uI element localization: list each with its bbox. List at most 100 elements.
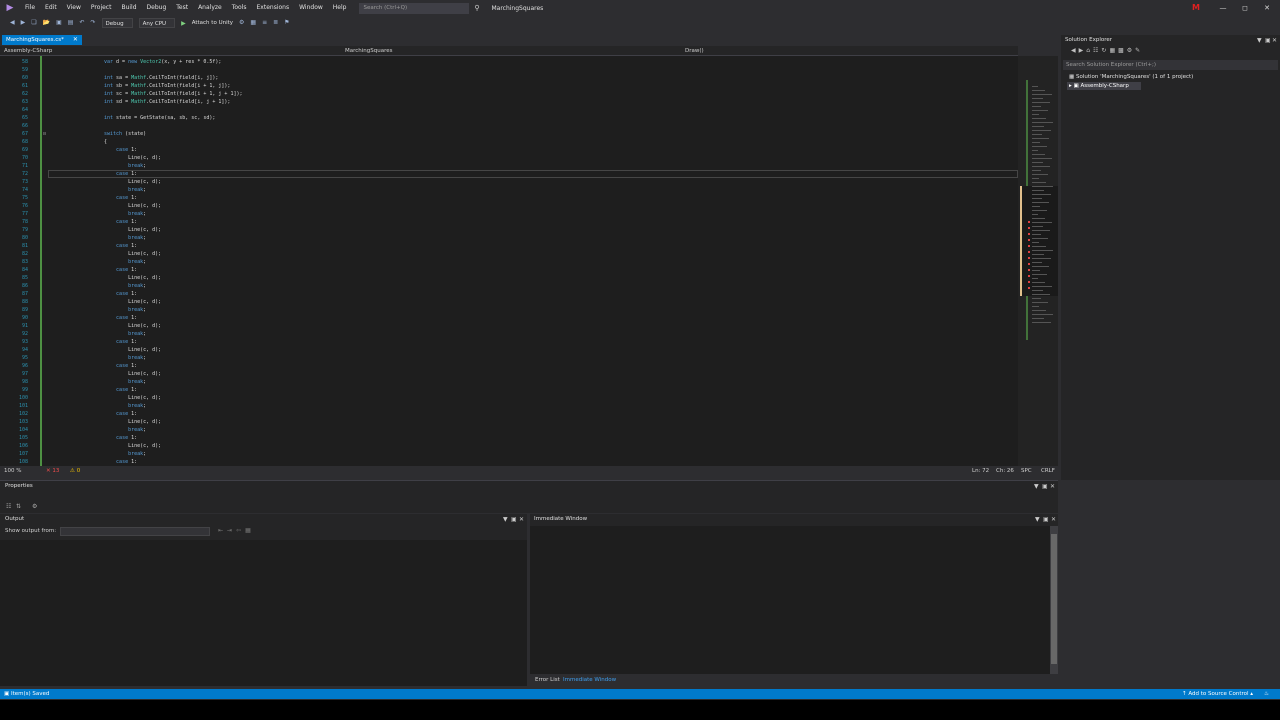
code-line[interactable]: 107 break; bbox=[0, 450, 1018, 458]
code-line[interactable]: 97 Line(c, d); bbox=[0, 370, 1018, 378]
code-line[interactable]: 106 Line(c, d); bbox=[0, 442, 1018, 450]
member-dropdown[interactable]: Draw() bbox=[685, 46, 704, 56]
code-line[interactable]: 92 break; bbox=[0, 330, 1018, 338]
play-icon[interactable]: ▶ bbox=[181, 20, 186, 27]
configuration-dropdown[interactable]: Debug bbox=[101, 18, 133, 28]
notifications-bell-icon[interactable]: ♨ bbox=[1264, 689, 1269, 699]
error-count-badge[interactable]: ✕ 13 bbox=[46, 466, 59, 476]
menu-project[interactable]: Project bbox=[86, 0, 117, 16]
warning-count-badge[interactable]: ⚠ 0 bbox=[70, 466, 80, 476]
search-icon[interactable]: ⚲ bbox=[474, 3, 479, 14]
solution-explorer-toolbar[interactable]: ◀▶⌂☷↻▦▩⚙✎ bbox=[1061, 47, 1280, 57]
forward-icon[interactable]: ▶ bbox=[21, 16, 26, 30]
code-line[interactable]: 73 Line(c, d); bbox=[0, 178, 1018, 186]
menu-build[interactable]: Build bbox=[116, 0, 141, 16]
immediate-close-icon[interactable]: ✕ bbox=[1051, 516, 1056, 523]
code-line[interactable]: 84 case 1: bbox=[0, 266, 1018, 274]
code-line[interactable]: 67 switch (state) ⊟ bbox=[0, 130, 1018, 138]
output-toolbar-icons[interactable]: ⇤⇥⇦▦ bbox=[218, 527, 255, 534]
code-line[interactable]: 76 Line(c, d); bbox=[0, 202, 1018, 210]
tab-error-list[interactable]: Error List bbox=[532, 675, 563, 685]
code-line[interactable]: 96 case 1: bbox=[0, 362, 1018, 370]
code-line[interactable]: 75 case 1: bbox=[0, 194, 1018, 202]
code-line[interactable]: 100 Line(c, d); bbox=[0, 394, 1018, 402]
code-line[interactable]: 64 bbox=[0, 106, 1018, 114]
code-line[interactable]: 78 case 1: bbox=[0, 218, 1018, 226]
code-line[interactable]: 101 break; bbox=[0, 402, 1018, 410]
undo-icon[interactable]: ↶ bbox=[79, 16, 84, 30]
code-line[interactable]: 93 case 1: bbox=[0, 338, 1018, 346]
output-dropdown-icon[interactable]: ▼ bbox=[503, 516, 508, 523]
code-line[interactable]: 83 break; bbox=[0, 258, 1018, 266]
immediate-dropdown-icon[interactable]: ▼ bbox=[1035, 516, 1040, 523]
close-panel-icon[interactable]: ✕ bbox=[1272, 37, 1277, 44]
zoom-level[interactable]: 100 % bbox=[4, 466, 21, 476]
properties-pin-icon[interactable]: ▣ bbox=[1042, 483, 1048, 490]
code-line[interactable]: 79 Line(c, d); bbox=[0, 226, 1018, 234]
immediate-pin-icon[interactable]: ▣ bbox=[1043, 516, 1049, 523]
code-line[interactable]: 72 case 1: bbox=[0, 170, 1018, 178]
code-line[interactable]: 105 case 1: bbox=[0, 434, 1018, 442]
account-avatar[interactable]: M bbox=[1191, 3, 1201, 13]
categorized-icon[interactable]: ☷ bbox=[6, 503, 11, 510]
code-line[interactable]: 81 case 1: bbox=[0, 242, 1018, 250]
attach-to-unity-button[interactable]: Attach to Unity bbox=[192, 20, 233, 26]
properties-close-icon[interactable]: ✕ bbox=[1050, 483, 1055, 490]
code-line[interactable]: 91 Line(c, d); bbox=[0, 322, 1018, 330]
maximize-icon[interactable]: ◻ bbox=[1234, 0, 1256, 16]
close-window-icon[interactable]: ✕ bbox=[1256, 0, 1278, 16]
immediate-scrollbar[interactable] bbox=[1050, 526, 1058, 674]
menu-file[interactable]: File bbox=[20, 0, 40, 16]
whitespace-mode[interactable]: SPC bbox=[1021, 466, 1032, 476]
tab-marchingsquares-cs[interactable]: MarchingSquares.cs* ✕ bbox=[2, 35, 82, 45]
code-line[interactable]: 102 case 1: bbox=[0, 410, 1018, 418]
collapse-outline-icon[interactable]: ⊟ bbox=[43, 130, 46, 138]
code-line[interactable]: 89 break; bbox=[0, 306, 1018, 314]
code-line[interactable]: 86 break; bbox=[0, 282, 1018, 290]
code-line[interactable]: 98 break; bbox=[0, 378, 1018, 386]
output-pin-icon[interactable]: ▣ bbox=[511, 516, 517, 523]
solution-search-input[interactable]: Search Solution Explorer (Ctrl+;) bbox=[1063, 60, 1278, 70]
code-line[interactable]: 70 Line(c, d); bbox=[0, 154, 1018, 162]
property-pages-icon[interactable]: ⚙ bbox=[32, 503, 37, 510]
quick-search-input[interactable]: Search (Ctrl+Q) ⚲ bbox=[359, 2, 479, 14]
bookmark-icon[interactable]: ⚑ bbox=[284, 16, 289, 30]
code-line[interactable]: 82 Line(c, d); bbox=[0, 250, 1018, 258]
output-text-area[interactable] bbox=[0, 540, 527, 686]
back-icon[interactable]: ◀ bbox=[10, 16, 15, 30]
code-line[interactable]: 87 case 1: bbox=[0, 290, 1018, 298]
autohide-icon[interactable]: ▣ bbox=[1265, 37, 1271, 44]
code-line[interactable]: 104 break; bbox=[0, 426, 1018, 434]
layout-icon[interactable]: ▦ bbox=[250, 16, 256, 30]
tree-item-solution[interactable]: ▦ Solution 'MarchingSquares' (1 of 1 pro… bbox=[1069, 73, 1193, 81]
code-line[interactable]: 88 Line(c, d); bbox=[0, 298, 1018, 306]
platform-dropdown[interactable]: Any CPU bbox=[138, 18, 176, 28]
tree-item-project[interactable]: ▸ ▣ Assembly-CSharp bbox=[1067, 82, 1141, 90]
code-line[interactable]: 61 int sb = Mathf.CeilToInt(field[i + 1, … bbox=[0, 82, 1018, 90]
code-line[interactable]: 95 break; bbox=[0, 354, 1018, 362]
code-line[interactable]: 69 case 1: bbox=[0, 146, 1018, 154]
pin-icon[interactable]: ▼ bbox=[1257, 37, 1262, 44]
menu-analyze[interactable]: Analyze bbox=[193, 0, 227, 16]
code-line[interactable]: 99 case 1: bbox=[0, 386, 1018, 394]
code-line[interactable]: 66 bbox=[0, 122, 1018, 130]
code-line[interactable]: 103 Line(c, d); bbox=[0, 418, 1018, 426]
code-line[interactable]: 108 case 1: bbox=[0, 458, 1018, 466]
menu-extensions[interactable]: Extensions bbox=[252, 0, 295, 16]
project-dropdown[interactable]: Assembly-CSharp bbox=[4, 46, 52, 56]
minimize-icon[interactable]: — bbox=[1212, 0, 1234, 16]
code-line[interactable]: 90 case 1: bbox=[0, 314, 1018, 322]
menu-window[interactable]: Window bbox=[294, 0, 328, 16]
immediate-scroll-thumb[interactable] bbox=[1051, 534, 1057, 664]
code-line[interactable]: 62 int sc = Mathf.CeilToInt(field[i + 1, … bbox=[0, 90, 1018, 98]
indent-icon[interactable]: ≡ bbox=[262, 16, 267, 30]
output-source-select[interactable] bbox=[60, 527, 210, 536]
code-line[interactable]: 77 break; bbox=[0, 210, 1018, 218]
minimap-scrollbar[interactable] bbox=[1018, 56, 1058, 466]
menu-debug[interactable]: Debug bbox=[142, 0, 172, 16]
code-line[interactable]: 60 int sa = Mathf.CeilToInt(field[i, j]); bbox=[0, 74, 1018, 82]
menu-edit[interactable]: Edit bbox=[40, 0, 62, 16]
immediate-text-area[interactable] bbox=[530, 526, 1050, 674]
redo-icon[interactable]: ↷ bbox=[91, 16, 96, 30]
code-line[interactable]: 59 bbox=[0, 66, 1018, 74]
